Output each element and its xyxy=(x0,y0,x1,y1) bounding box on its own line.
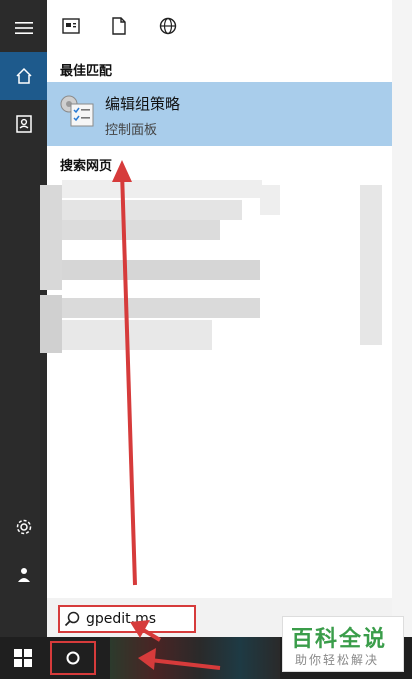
watermark-title: 百科全说 xyxy=(291,627,388,652)
start-search-panel: ··· 最佳匹配 编辑组策略 控制面板 搜索网页 xyxy=(0,0,412,679)
watermark-logo: 百科全说 助你轻松解决 xyxy=(282,616,404,672)
annotation-arrows xyxy=(112,160,221,670)
watermark-subtitle: 助你轻松解决 xyxy=(295,653,380,667)
